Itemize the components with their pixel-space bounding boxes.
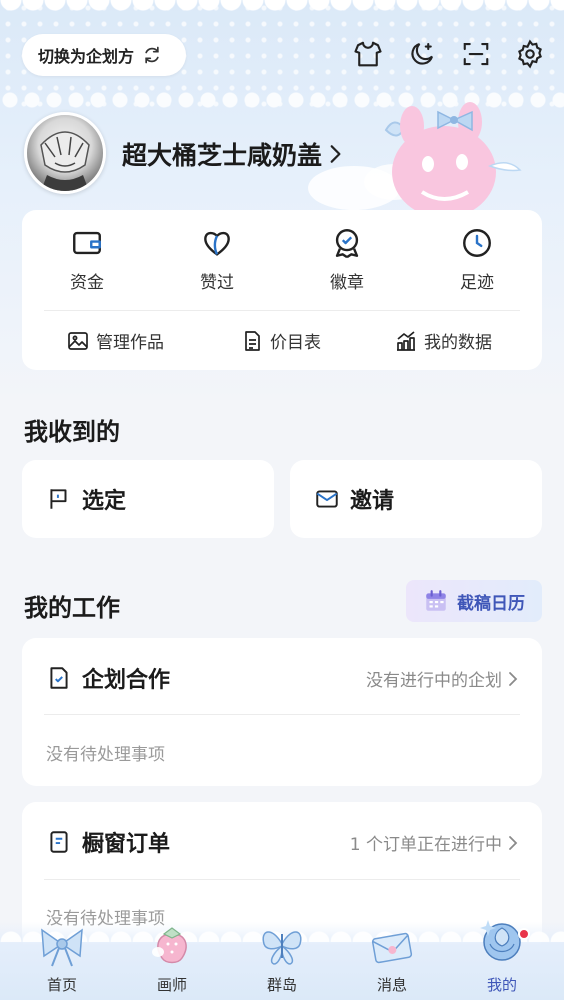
bottom-navigation: 首页 画师 群岛 消息 我的	[0, 920, 564, 1000]
stat-liked[interactable]: 赞过	[152, 226, 282, 293]
moon-icon	[411, 42, 434, 65]
username-link[interactable]: 超大桶芝士咸奶盖	[122, 136, 344, 172]
project-cooperation-divider	[44, 714, 520, 715]
top-icon-bar	[352, 38, 546, 70]
selected-label: 选定	[82, 489, 127, 514]
nav-home[interactable]: 首页	[12, 922, 112, 1000]
strawberry-icon	[152, 927, 187, 964]
refresh-icon	[145, 46, 159, 64]
nav-messages-label: 消息	[376, 976, 407, 994]
scan-button[interactable]	[460, 38, 492, 70]
theme-button[interactable]	[352, 38, 384, 70]
flag-icon	[50, 489, 67, 509]
nav-artists-label: 画师	[156, 976, 187, 994]
nav-islands[interactable]: 群岛	[232, 922, 332, 1000]
chevron-right-icon	[509, 835, 518, 850]
work-section-title: 我的工作	[24, 594, 120, 622]
envelope-icon	[316, 490, 338, 508]
deadline-calendar-label: 截稿日历	[457, 593, 525, 614]
calendar-icon	[426, 590, 446, 611]
stat-badges-label: 徽章	[330, 273, 364, 293]
showcase-order-divider	[44, 879, 520, 880]
project-cooperation-header: 企划合作	[46, 662, 170, 694]
price-list-button[interactable]: 价目表	[240, 328, 321, 353]
deadline-calendar-button[interactable]: 截稿日历	[406, 580, 542, 622]
manage-works-button[interactable]: 管理作品	[66, 328, 164, 353]
scan-icon	[463, 42, 489, 66]
invitation-button[interactable]: 邀请	[290, 460, 542, 538]
nav-home-label: 首页	[46, 976, 77, 994]
project-cooperation-status-text: 没有进行中的企划	[366, 671, 502, 691]
nav-artists[interactable]: 画师	[122, 922, 222, 1000]
gear-icon	[518, 39, 542, 69]
stat-footprints-label: 足迹	[460, 273, 494, 293]
manage-works-label: 管理作品	[96, 333, 164, 353]
heart-icon	[204, 231, 230, 256]
nav-mine-label: 我的	[486, 976, 517, 994]
project-cooperation-card[interactable]: 企划合作 没有进行中的企划 没有待处理事项	[22, 638, 542, 786]
showcase-order-status[interactable]: 1 个订单正在进行中	[350, 830, 518, 855]
chevron-right-icon	[330, 145, 341, 163]
document-check-icon	[50, 667, 68, 689]
project-cooperation-empty: 没有待处理事项	[46, 745, 165, 765]
wallet-icon	[73, 231, 101, 255]
switch-role-button[interactable]: 切换为企划方	[22, 34, 186, 76]
showcase-order-status-text: 1 个订单正在进行中	[349, 835, 502, 855]
butterfly-icon	[262, 931, 302, 965]
stat-footprints[interactable]: 足迹	[412, 226, 542, 293]
switch-role-label: 切换为企划方	[38, 47, 135, 66]
invitation-label: 邀请	[350, 489, 395, 514]
stats-row: 资金 赞过 徽章 足迹	[22, 226, 542, 293]
username: 超大桶芝士咸奶盖	[122, 141, 323, 170]
price-list-icon	[245, 330, 260, 351]
notification-dot	[518, 928, 530, 940]
clock-icon	[463, 229, 491, 257]
shirt-icon	[354, 41, 382, 67]
project-cooperation-status[interactable]: 没有进行中的企划	[366, 666, 518, 691]
order-list-icon	[50, 831, 68, 853]
chevron-right-icon	[509, 671, 518, 686]
received-section-title: 我收到的	[24, 418, 120, 446]
showcase-order-header: 橱窗订单	[46, 826, 170, 858]
avatar-illustration	[40, 131, 90, 191]
chart-icon	[397, 330, 415, 351]
showcase-order-title: 橱窗订单	[82, 832, 171, 857]
nav-islands-label: 群岛	[266, 976, 297, 994]
night-mode-button[interactable]	[406, 38, 438, 70]
settings-button[interactable]	[514, 38, 546, 70]
stat-liked-label: 赞过	[200, 273, 234, 293]
price-list-label: 价目表	[270, 333, 321, 353]
stat-funds[interactable]: 资金	[22, 226, 152, 293]
selected-button[interactable]: 选定	[22, 460, 274, 538]
image-icon	[68, 331, 88, 350]
stat-badges[interactable]: 徽章	[282, 226, 412, 293]
stat-funds-label: 资金	[70, 273, 104, 293]
my-data-label: 我的数据	[424, 333, 492, 353]
nav-messages[interactable]: 消息	[342, 922, 442, 1000]
bow-icon	[41, 928, 83, 967]
rose-icon	[480, 920, 521, 961]
nav-mine[interactable]: 我的	[452, 920, 552, 1000]
lace-top-edge	[0, 0, 564, 18]
my-data-button[interactable]: 我的数据	[394, 328, 492, 353]
letter-icon	[371, 932, 413, 964]
stats-divider	[44, 310, 520, 311]
medal-icon	[335, 229, 359, 259]
avatar[interactable]	[24, 112, 106, 194]
project-cooperation-title: 企划合作	[82, 668, 171, 693]
